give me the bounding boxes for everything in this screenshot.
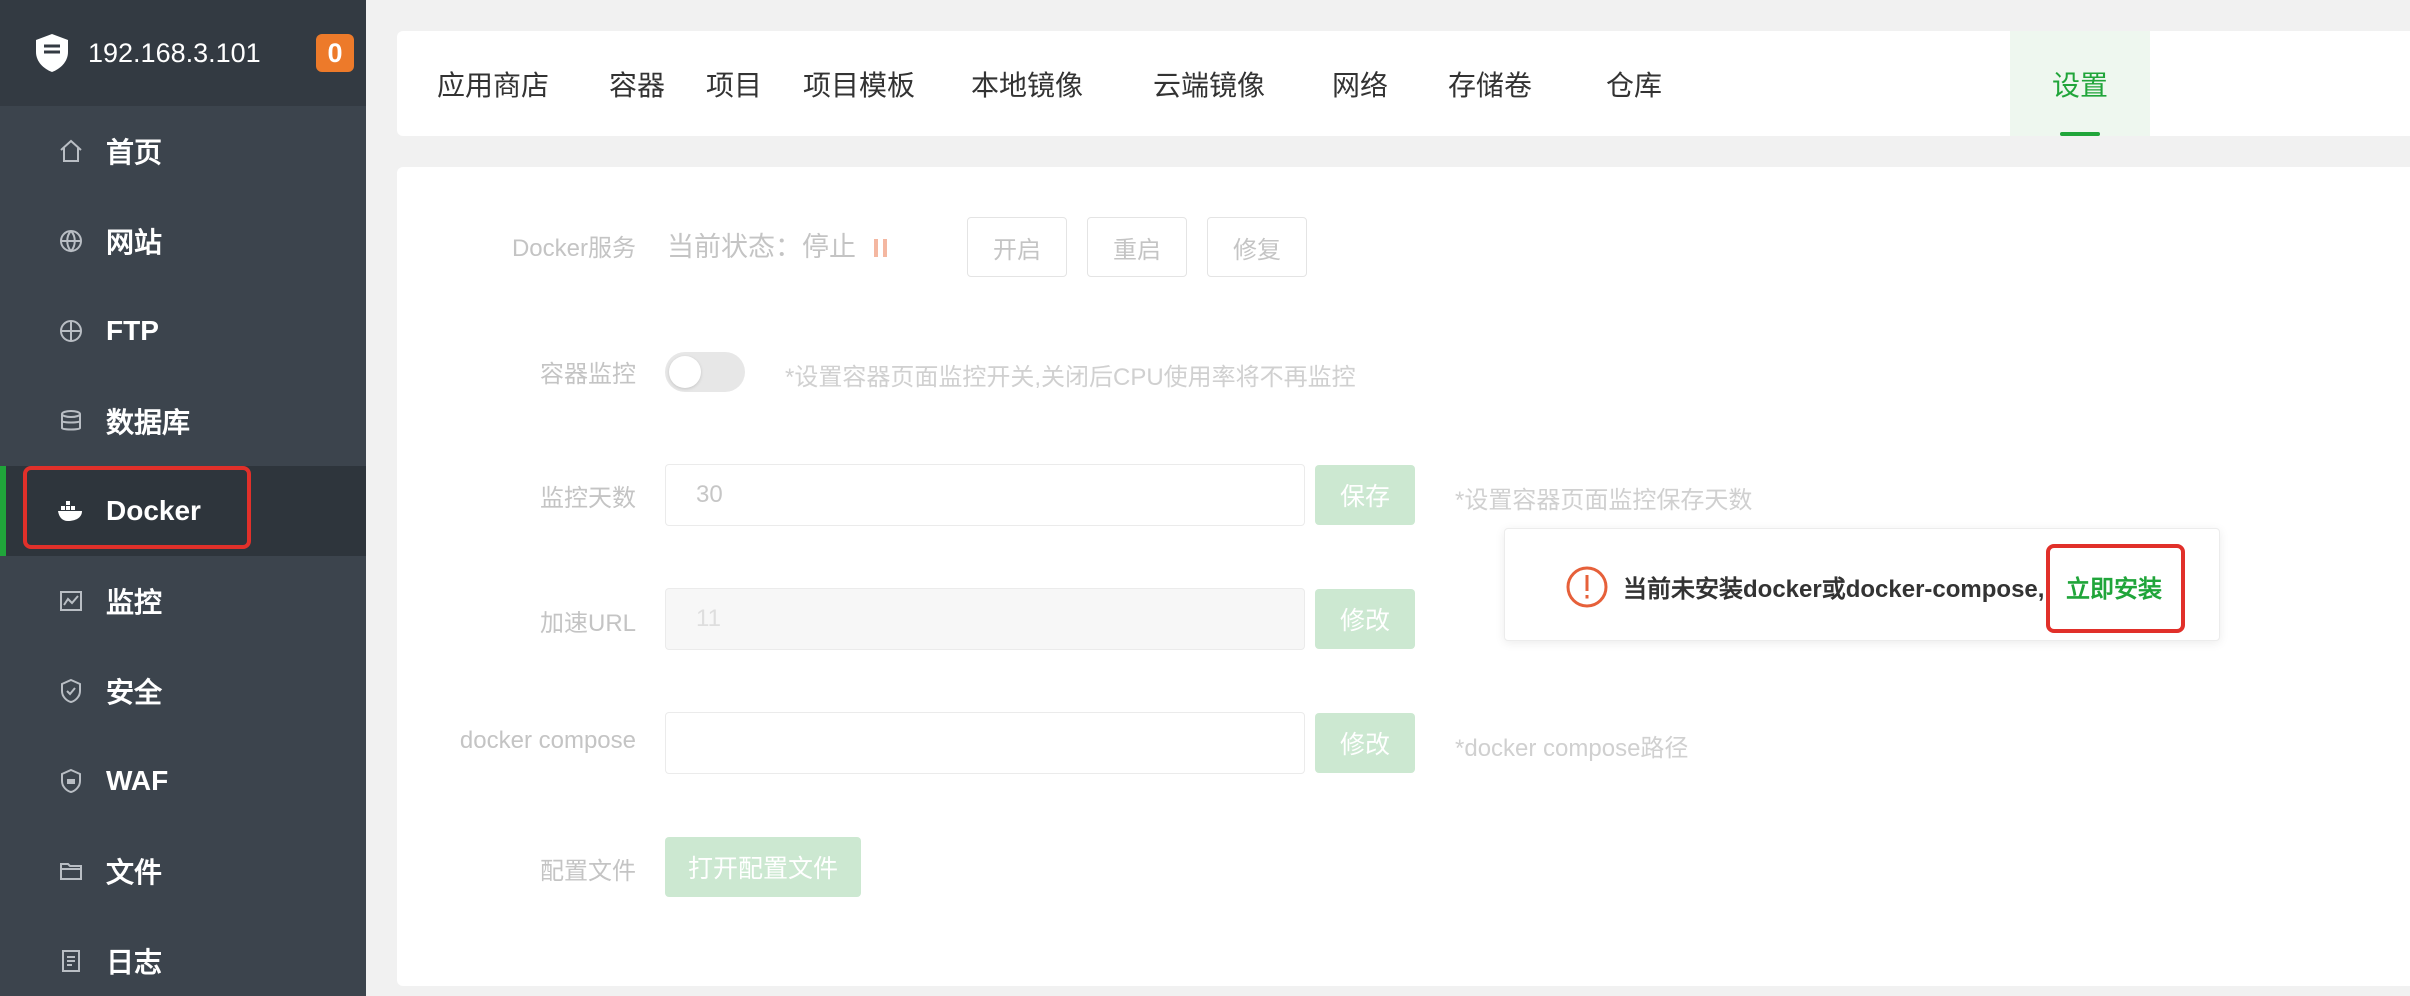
- sidebar-item-database[interactable]: 数据库: [0, 376, 366, 466]
- monitor-days-label: 监控天数: [540, 485, 636, 512]
- sidebar-item-label: 日志: [106, 947, 163, 978]
- docker-compose-hint: *docker compose路径: [1455, 735, 1689, 762]
- message-count-badge[interactable]: 0: [316, 34, 354, 72]
- docker-icon: [56, 496, 86, 526]
- shield-icon: [56, 676, 86, 706]
- sidebar-item-label: 数据库: [106, 407, 191, 438]
- sidebar-item-label: FTP: [106, 315, 159, 346]
- sidebar-item-label: WAF: [106, 765, 169, 796]
- home-icon: [56, 136, 86, 166]
- tab-projects[interactable]: 项目: [685, 31, 783, 136]
- globe-icon: [56, 226, 86, 256]
- open-config-file-button[interactable]: 打开配置文件: [665, 837, 861, 897]
- bt-logo-icon: [32, 32, 72, 74]
- sidebar-item-label: 文件: [106, 857, 163, 888]
- docker-status: 当前状态：停止: [667, 225, 892, 264]
- warning-icon: [1565, 565, 1609, 614]
- tab-cloud-images[interactable]: 云端镜像: [1119, 31, 1299, 136]
- container-monitor-toggle[interactable]: [665, 352, 745, 392]
- sidebar-item-monitor[interactable]: 监控: [0, 556, 366, 646]
- sidebar-item-security[interactable]: 安全: [0, 646, 366, 736]
- accel-url-label: 加速URL: [539, 610, 636, 637]
- log-icon: [56, 946, 86, 976]
- docker-status-text: 当前状态：停止: [667, 232, 856, 262]
- sidebar-item-files[interactable]: 文件: [0, 826, 366, 916]
- database-icon: [56, 406, 86, 436]
- sidebar-nav: 首页 网站 FTP 数据库 Docker 监控 安全 WAF 文件 日志: [0, 106, 366, 996]
- docker-compose-label: docker compose: [459, 727, 636, 754]
- folder-icon: [56, 856, 86, 886]
- tab-containers[interactable]: 容器: [589, 31, 685, 136]
- tab-network[interactable]: 网络: [1299, 31, 1421, 136]
- install-docker-popup: 当前未安装docker或docker-compose, 立即安装: [1504, 528, 2220, 641]
- ftp-globe-icon: [56, 316, 86, 346]
- sidebar-item-home[interactable]: 首页: [0, 106, 366, 196]
- sidebar-item-waf[interactable]: WAF: [0, 736, 366, 826]
- sidebar-item-logs[interactable]: 日志: [0, 916, 366, 996]
- tab-registry[interactable]: 仓库: [1559, 31, 1709, 136]
- server-ip: 192.168.3.101: [88, 37, 261, 68]
- monitor-icon: [56, 586, 86, 616]
- sidebar-item-label: 首页: [106, 137, 163, 168]
- docker-compose-path-input[interactable]: [665, 712, 1305, 774]
- accel-url-input[interactable]: 11: [665, 588, 1305, 650]
- install-now-link[interactable]: 立即安装: [2066, 569, 2162, 604]
- edit-accel-url-button[interactable]: 修改: [1315, 589, 1415, 649]
- repair-button[interactable]: 修复: [1207, 217, 1307, 277]
- paused-icon: [874, 233, 892, 264]
- not-installed-message: 当前未安装docker或docker-compose,: [1623, 576, 2045, 603]
- restart-button[interactable]: 重启: [1087, 217, 1187, 277]
- sidebar-item-label: Docker: [106, 495, 201, 526]
- tab-volumes[interactable]: 存储卷: [1421, 31, 1559, 136]
- save-days-button[interactable]: 保存: [1315, 465, 1415, 525]
- sidebar-item-label: 网站: [106, 227, 163, 258]
- sidebar-item-ftp[interactable]: FTP: [0, 286, 366, 376]
- sidebar-item-label: 安全: [106, 677, 163, 708]
- start-button[interactable]: 开启: [967, 217, 1067, 277]
- sidebar: 192.168.3.101 0 首页 网站 FTP 数据库 Docker 监控: [0, 0, 366, 996]
- tab-project-templates[interactable]: 项目模板: [783, 31, 935, 136]
- sidebar-item-docker[interactable]: Docker: [0, 466, 366, 556]
- docker-tabbar: 应用商店 容器 项目 项目模板 本地镜像 云端镜像 网络 存储卷 仓库 设置: [397, 31, 2410, 136]
- container-monitor-label: 容器监控: [540, 361, 636, 388]
- container-monitor-hint: *设置容器页面监控开关,关闭后CPU使用率将不再监控: [785, 364, 1356, 391]
- server-header: 192.168.3.101 0: [0, 0, 366, 106]
- monitor-days-input[interactable]: 30: [665, 464, 1305, 526]
- waf-shield-icon: [56, 766, 86, 796]
- config-file-label: 配置文件: [540, 858, 636, 885]
- docker-service-label: Docker服务: [511, 235, 636, 262]
- toggle-knob: [669, 356, 701, 388]
- monitor-days-hint: *设置容器页面监控保存天数: [1455, 487, 1753, 514]
- tab-local-images[interactable]: 本地镜像: [935, 31, 1119, 136]
- edit-compose-path-button[interactable]: 修改: [1315, 713, 1415, 773]
- sidebar-item-website[interactable]: 网站: [0, 196, 366, 286]
- sidebar-item-label: 监控: [106, 587, 163, 618]
- tab-settings[interactable]: 设置: [2010, 31, 2150, 136]
- tab-app-store[interactable]: 应用商店: [397, 31, 589, 136]
